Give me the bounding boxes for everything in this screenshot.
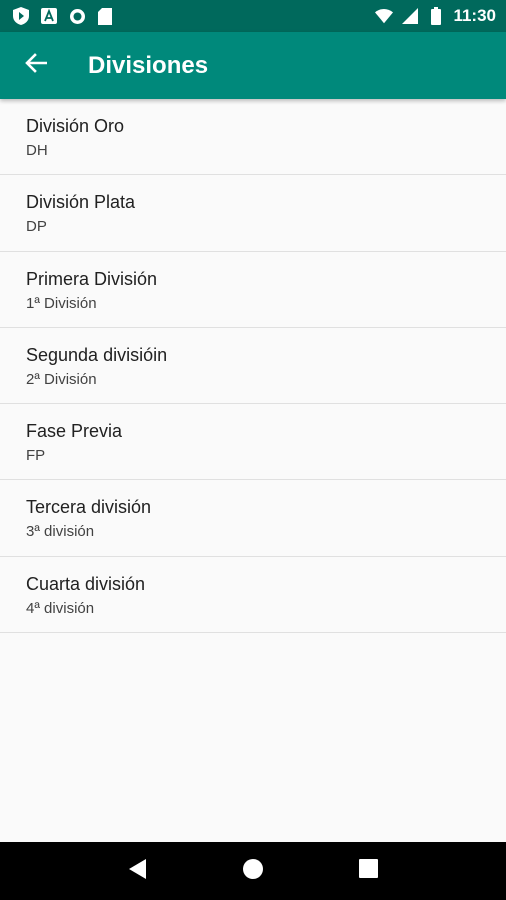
list-item[interactable]: Segunda divisióin 2ª División [0,328,506,405]
status-time: 11:30 [453,6,496,25]
division-name: Primera División [26,268,158,289]
division-name: Fase Previa [26,421,123,442]
division-name: Tercera división [26,497,152,518]
home-circle-icon [242,858,264,885]
wifi-icon [375,7,394,25]
list-item[interactable]: Primera División 1ª División [0,252,506,328]
status-left-icons [12,7,114,25]
list-item[interactable]: División Oro DH [0,99,506,176]
back-button[interactable] [8,38,64,94]
battery-icon [427,7,445,25]
list-item[interactable]: Tercera división 3ª división [0,480,506,557]
divisions-list: División Oro DH División Plata DP Primer… [0,99,506,634]
division-name: Segunda divisióin [26,344,168,365]
nav-recents-button[interactable] [344,847,392,895]
nav-home-button[interactable] [229,847,277,895]
division-name: Cuarta división [26,573,146,594]
signal-icon [401,7,419,25]
app-bar: Divisiones [0,32,506,99]
division-name: División Oro [26,116,125,136]
division-code: 3ª división [26,523,95,541]
division-code: 4ª división [26,599,95,617]
status-bar: 11:30 [0,0,506,32]
shield-play-icon [12,7,30,25]
division-code: 1ª División [26,294,97,312]
division-code: DH [26,142,48,159]
notification-a-icon [40,7,58,25]
page-title: Divisiones [88,51,209,79]
arrow-back-icon [25,52,48,79]
recents-square-icon [358,859,378,883]
nav-back-button[interactable] [114,847,162,895]
list-item[interactable]: Fase Previa FP [0,404,506,481]
division-code: FP [26,447,46,465]
list-item[interactable]: Cuarta división 4ª división [0,557,506,634]
division-name: División Plata [26,192,136,213]
circle-icon [68,7,86,25]
back-triangle-icon [128,858,148,885]
sd-card-icon [96,7,114,25]
division-code: DP [26,218,47,236]
navigation-bar [0,842,506,900]
status-right-icons: 11:30 [375,6,496,26]
division-code: 2ª División [26,370,97,388]
list-item[interactable]: División Plata DP [0,175,506,252]
